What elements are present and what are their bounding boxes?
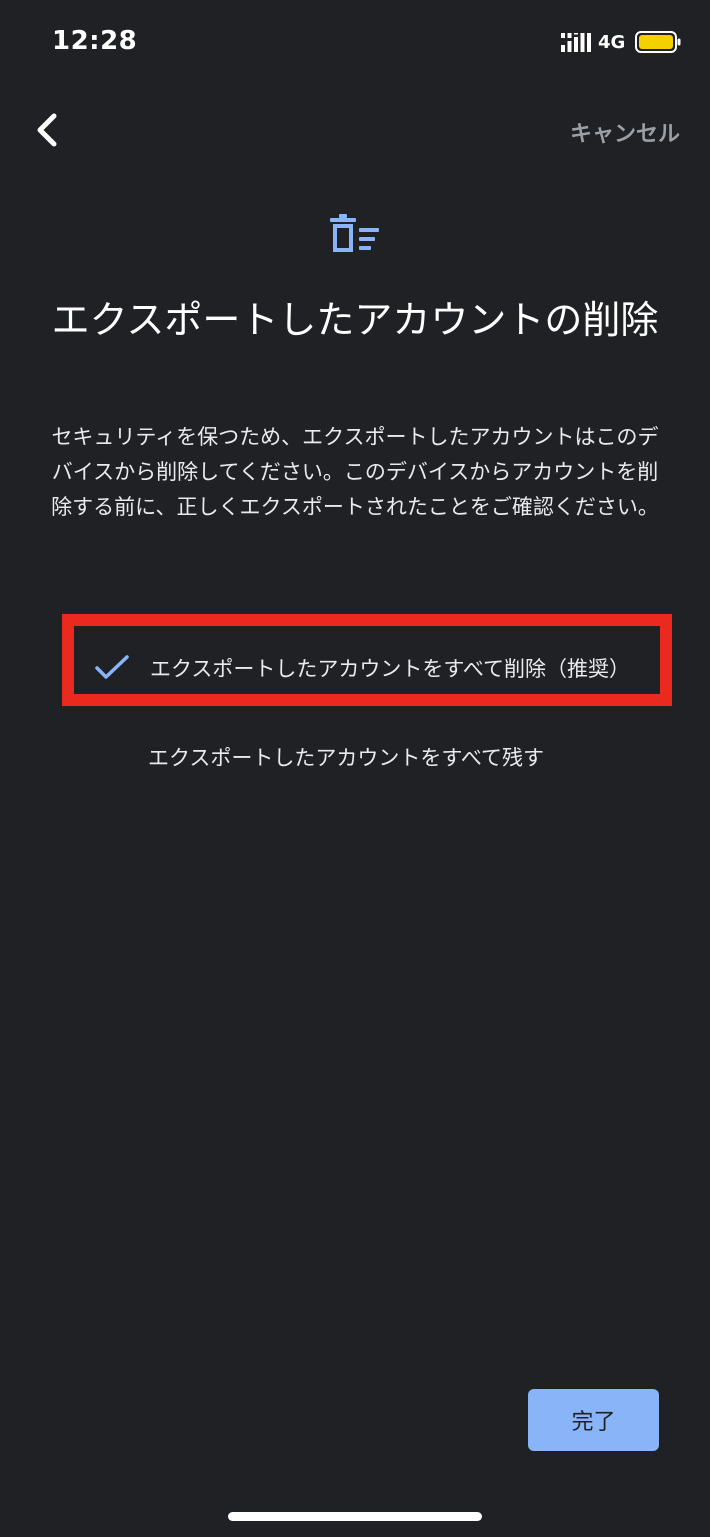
done-button[interactable]: 完了 xyxy=(528,1389,659,1451)
cancel-button[interactable]: キャンセル xyxy=(570,116,680,148)
option-keep-all[interactable]: エクスポートしたアカウントをすべて残す xyxy=(90,730,650,784)
home-indicator xyxy=(228,1512,482,1521)
description-text: セキュリティを保つため、エクスポートしたアカウントはこのデバイスから削除してくだ… xyxy=(51,425,659,519)
top-bar: キャンセル xyxy=(0,100,710,160)
battery-icon xyxy=(635,31,681,53)
option-delete-all[interactable]: エクスポートしたアカウントをすべて削除（推奨） xyxy=(62,614,672,706)
chevron-left-icon xyxy=(37,113,57,147)
back-button[interactable] xyxy=(26,108,70,152)
status-time: 12:28 xyxy=(52,26,138,56)
option-keep-all-label: エクスポートしたアカウントをすべて残す xyxy=(148,746,545,770)
status-bar: 12:28 4G xyxy=(0,0,710,88)
network-type: 4G xyxy=(598,32,626,53)
check-icon xyxy=(95,655,129,679)
option-delete-all-label: エクスポートしたアカウントをすべて削除（推奨） xyxy=(150,657,631,681)
page-title: エクスポートしたアカウントの削除 xyxy=(51,298,659,342)
trash-list-icon xyxy=(330,214,379,252)
signal-strength-icon xyxy=(561,33,591,52)
